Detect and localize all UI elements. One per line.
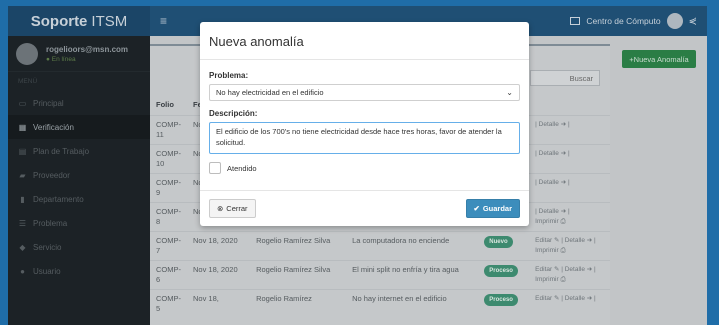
attended-checkbox[interactable] [209, 162, 221, 174]
modal-title: Nueva anomalía [209, 34, 304, 49]
close-button[interactable]: ⊗ Cerrar [209, 199, 256, 218]
description-textarea[interactable]: El edificio de los 700's no tiene electr… [209, 122, 520, 154]
save-button[interactable]: ✔ Guardar [465, 199, 520, 218]
new-anomaly-modal: Nueva anomalía Problema: No hay electric… [200, 22, 529, 226]
close-button-label: Cerrar [226, 204, 248, 213]
problem-select[interactable]: No hay electricidad en el edificio ⌄ [209, 84, 520, 101]
close-icon: ⊗ [217, 204, 224, 213]
modal-header: Nueva anomalía [200, 22, 529, 60]
check-icon: ✔ [473, 204, 480, 213]
attended-label: Atendido [227, 163, 257, 173]
problem-select-value: No hay electricidad en el edificio [216, 88, 324, 97]
modal-footer: ⊗ Cerrar ✔ Guardar [200, 190, 529, 226]
chevron-down-icon: ⌄ [506, 88, 513, 97]
modal-body: Problema: No hay electricidad en el edif… [200, 60, 529, 182]
save-button-label: Guardar [482, 204, 512, 213]
attended-row: Atendido [209, 162, 520, 174]
description-label: Descripción: [209, 109, 258, 118]
problem-label: Problema: [209, 71, 249, 80]
